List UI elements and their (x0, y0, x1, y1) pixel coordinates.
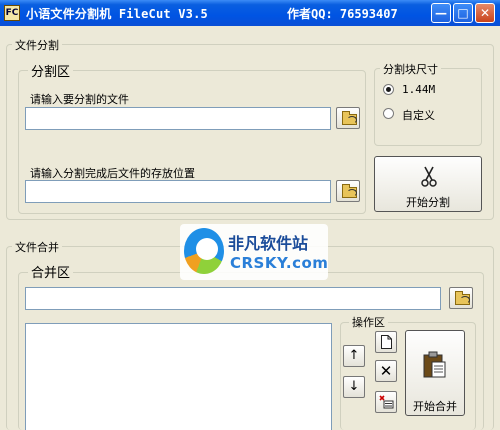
window-title: 小语文件分割机 FileCut V3.5 (26, 7, 208, 21)
start-split-label: 开始分割 (406, 196, 450, 209)
clipboard-icon (423, 351, 446, 378)
scissors-icon (421, 166, 437, 187)
split-area-label: 分割区 (28, 61, 74, 80)
close-icon: ✕ (479, 6, 491, 20)
delete-icon: ✕ (379, 362, 393, 380)
maximize-button[interactable]: □ (453, 3, 473, 23)
start-merge-label: 开始合并 (413, 400, 457, 413)
chunk-size-label: 分割块尺寸 (380, 61, 441, 77)
radio-custom[interactable] (383, 108, 394, 119)
maximize-icon: □ (457, 6, 469, 20)
source-file-input[interactable] (25, 107, 331, 130)
browse-merge-button[interactable] (449, 287, 473, 309)
watermark-text-en: CRSKY.com (230, 254, 329, 272)
browse-source-button[interactable] (336, 107, 360, 129)
clear-list-icon (379, 395, 394, 409)
merge-area-label: 合并区 (28, 262, 74, 281)
minimize-icon: — (435, 6, 447, 20)
add-file-button[interactable] (375, 331, 397, 353)
remove-file-button[interactable]: ✕ (375, 360, 397, 382)
watermark-swirl-inner (196, 238, 218, 260)
author-info: 作者QQ: 76593407 (287, 7, 398, 21)
clear-list-button[interactable] (375, 391, 397, 413)
minimize-button[interactable]: — (431, 3, 451, 23)
new-file-icon (381, 335, 392, 349)
source-file-label: 请输入要分割的文件 (30, 93, 129, 106)
dest-folder-label: 请输入分割完成后文件的存放位置 (30, 167, 195, 180)
merge-file-list[interactable] (25, 323, 332, 430)
up-arrow-icon: ↑ (348, 348, 360, 363)
merge-path-input[interactable] (25, 287, 441, 310)
browse-dest-button[interactable] (336, 180, 360, 202)
watermark-logo: 非凡软件站 CRSKY.com (180, 224, 328, 280)
folder-open-icon (455, 291, 470, 305)
split-group-label: 文件分割 (12, 37, 62, 53)
down-arrow-icon: ↓ (348, 379, 360, 394)
chunk-option-144[interactable]: 1.44M (383, 82, 473, 98)
dest-folder-input[interactable] (25, 180, 331, 203)
app-icon: FC (4, 5, 20, 21)
folder-open-icon (342, 111, 357, 125)
title-bar[interactable]: FC 小语文件分割机 FileCut V3.5 作者QQ: 76593407 —… (0, 0, 500, 26)
ops-label: 操作区 (349, 314, 388, 330)
move-up-button[interactable]: ↑ (343, 345, 365, 367)
chunk-option-144-label: 1.44M (402, 83, 436, 96)
start-merge-button[interactable]: 开始合并 (405, 330, 465, 416)
radio-144[interactable] (383, 84, 394, 95)
move-down-button[interactable]: ↓ (343, 376, 365, 398)
chunk-option-custom-label: 自定义 (402, 109, 435, 122)
close-button[interactable]: ✕ (475, 3, 495, 23)
chunk-option-custom[interactable]: 自定义 (383, 106, 473, 122)
folder-open-icon (342, 184, 357, 198)
merge-group-label: 文件合并 (12, 239, 62, 255)
watermark-text-cn: 非凡软件站 (228, 234, 309, 253)
start-split-button[interactable]: 开始分割 (374, 156, 482, 212)
